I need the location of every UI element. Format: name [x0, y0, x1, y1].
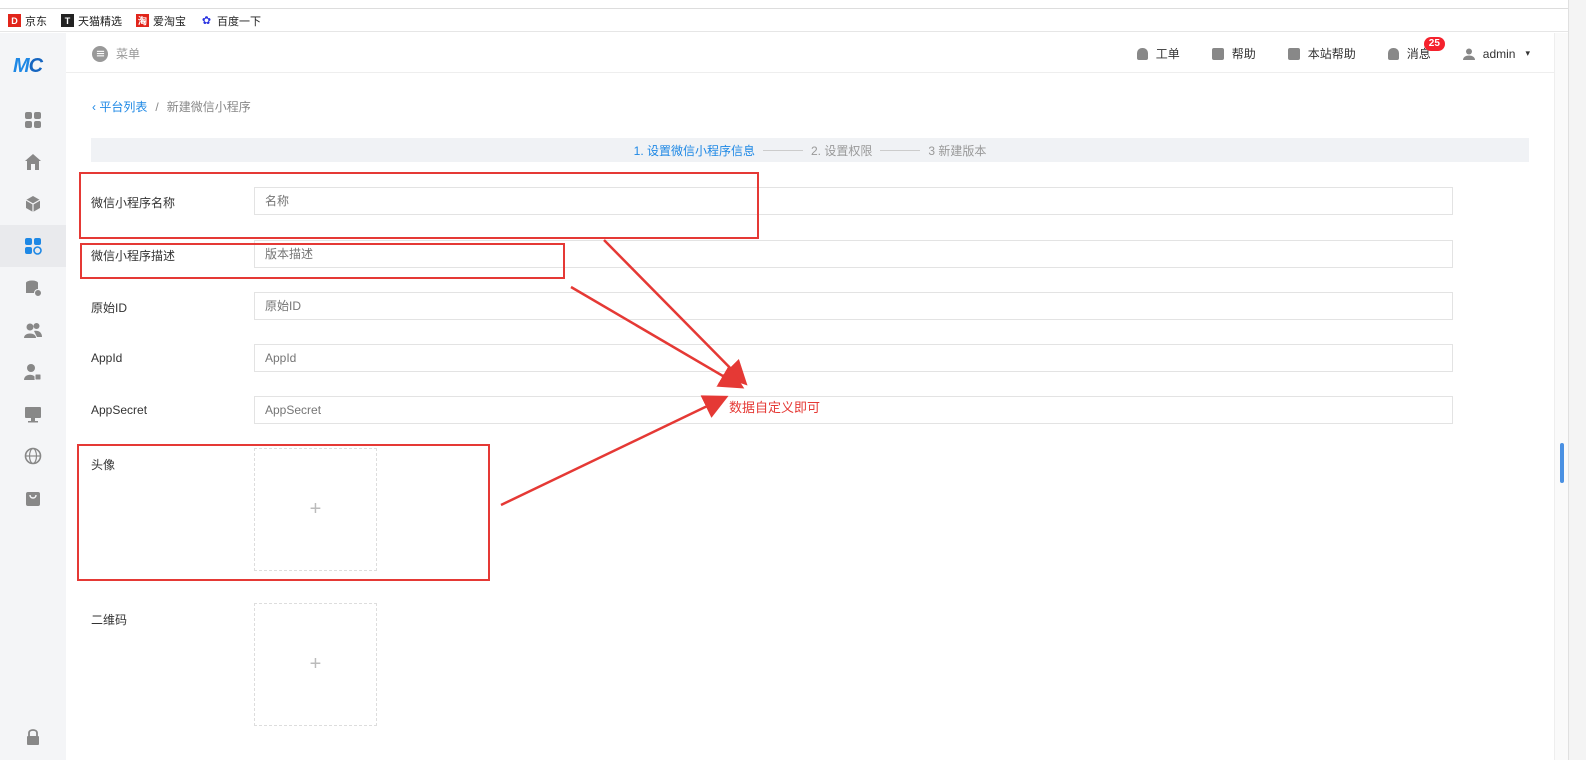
annotation-box-name — [79, 172, 759, 239]
step-2[interactable]: 2. 设置权限 — [811, 142, 872, 159]
caret-down-icon: ▾ — [1525, 48, 1530, 58]
step-connector — [880, 149, 921, 151]
sidebar-item-user-lock[interactable] — [0, 351, 66, 393]
sidebar-item-shop[interactable] — [0, 477, 66, 519]
sidebar-item-dashboard[interactable] — [0, 99, 66, 141]
sidebar: MC — [0, 33, 66, 760]
apps-icon — [25, 238, 42, 255]
qrcode-label: 二维码 — [91, 613, 128, 627]
sidebar-item-apps[interactable] — [0, 225, 66, 267]
sidebar-item-lock[interactable] — [0, 728, 66, 758]
user-menu[interactable]: admin ▾ — [1462, 46, 1530, 61]
bookmark-tmall[interactable]: T 天猫精选 — [61, 13, 122, 29]
plus-icon: + — [309, 653, 322, 675]
shopping-bag-icon — [26, 492, 40, 506]
annotation-box-avatar — [77, 444, 490, 581]
jd-icon: D — [8, 14, 21, 27]
step-1[interactable]: 1. 设置微信小程序信息 — [634, 142, 755, 159]
appsecret-input[interactable] — [254, 396, 1453, 424]
user-name: admin — [1482, 46, 1516, 61]
step-3[interactable]: 3 新建版本 — [928, 142, 986, 159]
annotation-text: 数据自定义即可 — [729, 400, 821, 415]
sidebar-item-users[interactable] — [0, 309, 66, 351]
appid-label: AppId — [91, 351, 123, 365]
bookmark-taobao[interactable]: 淘 爱淘宝 — [136, 13, 186, 29]
bell-icon — [1387, 47, 1399, 60]
cube-icon — [25, 196, 41, 212]
database-gear-icon — [26, 280, 42, 297]
appsecret-label: AppSecret — [91, 403, 148, 417]
browser-right-edge — [1568, 0, 1586, 760]
home-icon — [25, 154, 41, 170]
user-lock-icon — [24, 364, 42, 381]
header-item-label: 工单 — [1155, 47, 1180, 61]
tmall-icon: T — [61, 14, 74, 27]
sidebar-item-globe[interactable] — [0, 435, 66, 477]
bookmark-label: 天猫精选 — [78, 15, 122, 28]
bookmarks-bar: D 京东 T 天猫精选 淘 爱淘宝 ✿ 百度一下 — [0, 10, 1586, 32]
breadcrumb-back-label: 平台列表 — [99, 100, 148, 114]
bell-icon — [1136, 47, 1148, 60]
grid-icon — [25, 112, 41, 128]
qrcode-uploader[interactable]: + — [254, 603, 377, 726]
sidebar-item-package[interactable] — [0, 183, 66, 225]
header-tickets[interactable]: 工单 — [1136, 45, 1180, 62]
original-id-label: 原始ID — [91, 301, 128, 315]
taobao-icon: 淘 — [136, 14, 149, 27]
bookmark-label: 百度一下 — [217, 15, 261, 28]
user-icon — [1462, 48, 1475, 60]
users-icon — [24, 323, 42, 338]
lock-icon — [27, 729, 39, 745]
bookmark-jd[interactable]: D 京东 — [8, 13, 47, 29]
bookmark-label: 爱淘宝 — [153, 15, 186, 28]
appid-input[interactable] — [254, 344, 1453, 372]
header-actions: 工单 帮助 本站帮助 消息 25 admin ▾ — [1136, 37, 1530, 62]
sidebar-item-home[interactable] — [0, 141, 66, 183]
app-logo[interactable]: MC — [13, 55, 43, 78]
breadcrumb-back-link[interactable]: ‹ 平台列表 — [92, 98, 147, 115]
bag-icon — [1287, 47, 1300, 60]
menu-label: 菜单 — [116, 47, 141, 61]
step-connector — [762, 149, 803, 151]
menu-icon — [92, 45, 108, 62]
bookmark-baidu[interactable]: ✿ 百度一下 — [200, 13, 261, 29]
message-count-badge: 25 — [1423, 37, 1445, 51]
baidu-icon: ✿ — [200, 14, 213, 27]
globe-icon — [24, 447, 42, 465]
scrollbar-thumb[interactable] — [1560, 443, 1564, 483]
menu-toggle[interactable]: 菜单 — [92, 45, 140, 62]
bookmark-label: 京东 — [25, 15, 47, 28]
breadcrumb-current: 新建微信小程序 — [166, 100, 251, 114]
sidebar-item-monitor[interactable] — [0, 393, 66, 435]
browser-top-strip — [0, 0, 1586, 9]
header-item-label: 帮助 — [1231, 47, 1256, 61]
header-messages[interactable]: 消息 25 — [1387, 37, 1445, 62]
bag-icon — [1211, 47, 1224, 60]
wizard-steps: 1. 设置微信小程序信息 2. 设置权限 3 新建版本 — [91, 138, 1529, 162]
sidebar-item-db-settings[interactable] — [0, 267, 66, 309]
annotation-box-desc — [80, 243, 565, 279]
breadcrumb-separator: / — [155, 99, 159, 114]
header-item-label: 本站帮助 — [1307, 47, 1356, 61]
monitor-icon — [25, 407, 41, 423]
original-id-input[interactable] — [254, 292, 1453, 320]
top-header: 菜单 工单 帮助 本站帮助 消息 25 admin ▾ — [66, 33, 1554, 73]
header-help[interactable]: 帮助 — [1211, 45, 1256, 62]
header-site-help[interactable]: 本站帮助 — [1287, 45, 1356, 62]
vertical-scrollbar[interactable] — [1554, 33, 1568, 760]
breadcrumb: ‹ 平台列表 / 新建微信小程序 — [92, 98, 251, 115]
